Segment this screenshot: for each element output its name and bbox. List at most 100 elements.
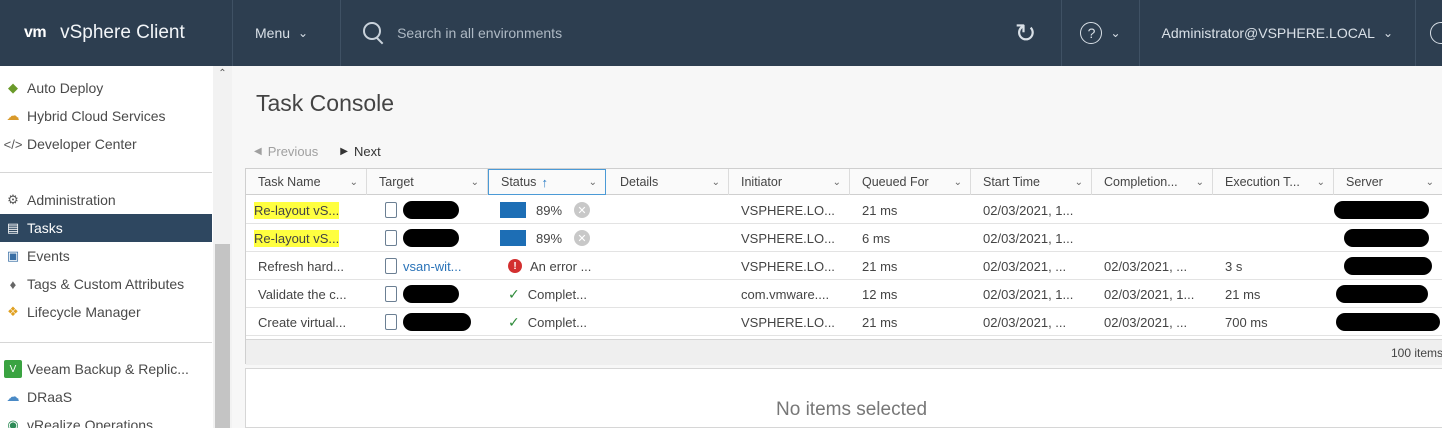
status-text: Complet... <box>527 314 587 330</box>
task-name: Re-layout vS... <box>254 201 340 219</box>
empty-selection-message: No items selected <box>776 399 928 420</box>
table-row[interactable]: Re-layout vS... 89% ✕ VSPHERE.LO... 21 ms… <box>246 196 1442 224</box>
progress-bar <box>500 202 526 218</box>
top-header: vm vSphere Client Menu ⌄ ↻ ? ⌄ Administr… <box>0 0 1442 66</box>
vm-create-icon <box>385 314 397 330</box>
chevron-down-icon[interactable]: ⌄ <box>471 177 479 188</box>
sidebar-item-administration[interactable]: ⚙ Administration <box>0 186 212 214</box>
table-row[interactable]: Validate the c... ✓ Complet... com.vmware… <box>246 280 1442 308</box>
column-header-completion[interactable]: Completion... ⌄ <box>1092 169 1213 195</box>
table-row[interactable]: Create virtual... ✓ Complet... VSPHERE.LO… <box>246 308 1442 336</box>
chevron-down-icon[interactable]: ⌄ <box>589 177 597 188</box>
sidebar-item-tags[interactable]: ♦ Tags & Custom Attributes <box>0 270 212 298</box>
sidebar-item-tasks[interactable]: ▤ Tasks <box>0 214 212 242</box>
sidebar-item-draas[interactable]: ☁ DRaaS <box>0 383 212 411</box>
sidebar-item-events[interactable]: ▣ Events <box>0 242 212 270</box>
column-header-status[interactable]: Status ↑ ⌄ <box>488 169 606 195</box>
column-header-server[interactable]: Server ⌄ <box>1334 169 1442 195</box>
sidebar-item-auto-deploy[interactable]: ◆ Auto Deploy <box>0 74 212 102</box>
search-input[interactable] <box>397 25 758 41</box>
vrops-icon: ◉ <box>7 417 19 428</box>
caret-right-icon: ▶ <box>340 146 348 157</box>
redacted-target <box>403 229 459 247</box>
table-row[interactable]: Refresh hard... vsan-wit... ! An error ..… <box>246 252 1442 280</box>
feedback-icon[interactable] <box>1416 0 1442 66</box>
chevron-down-icon: ⌄ <box>1110 26 1121 40</box>
brand[interactable]: vm vSphere Client <box>0 0 232 66</box>
task-name: Refresh hard... <box>258 258 344 274</box>
vm-icon <box>385 230 397 246</box>
chevron-down-icon[interactable]: ⌄ <box>1075 177 1083 188</box>
column-header-details[interactable]: Details ⌄ <box>608 169 729 195</box>
check-icon: ✓ <box>508 285 520 302</box>
scrollbar-thumb[interactable] <box>215 244 230 428</box>
chevron-down-icon[interactable]: ⌄ <box>833 177 841 188</box>
chevron-down-icon[interactable]: ⌄ <box>1317 177 1325 188</box>
queued-for: 21 ms <box>862 314 898 330</box>
start-time: 02/03/2021, 1... <box>983 230 1074 246</box>
status-text: 89% <box>536 230 563 246</box>
draas-icon: ☁ <box>6 389 20 404</box>
redacted-server <box>1336 285 1428 303</box>
scroll-up-icon[interactable]: ⌃ <box>213 68 232 82</box>
cancel-icon[interactable]: ✕ <box>574 202 591 218</box>
start-time: 02/03/2021, 1... <box>983 202 1074 218</box>
status-text: 89% <box>536 202 563 218</box>
sidebar-scrollbar[interactable]: ⌃ <box>213 66 232 428</box>
initiator: com.vmware.... <box>741 286 830 302</box>
chevron-down-icon[interactable]: ⌄ <box>350 177 358 188</box>
completion-time: 02/03/2021, 1... <box>1104 286 1195 302</box>
progress-bar <box>500 230 526 246</box>
status-text: An error ... <box>530 258 592 274</box>
task-name: Create virtual... <box>258 314 347 330</box>
refresh-icon[interactable]: ↻ <box>997 0 1053 66</box>
column-header-execution-time[interactable]: Execution T... ⌄ <box>1213 169 1334 195</box>
item-count: 100 items <box>1390 346 1442 360</box>
chevron-down-icon[interactable]: ⌄ <box>712 177 720 188</box>
column-header-initiator[interactable]: Initiator ⌄ <box>729 169 850 195</box>
app-title: vSphere Client <box>60 22 185 43</box>
user-menu[interactable]: Administrator@VSPHERE.LOCAL ⌄ <box>1140 0 1415 66</box>
user-name: Administrator@VSPHERE.LOCAL <box>1161 25 1375 41</box>
cloud-icon: ☁ <box>6 108 20 123</box>
column-header-queued-for[interactable]: Queued For ⌄ <box>850 169 971 195</box>
table-row[interactable]: Re-layout vS... 89% ✕ VSPHERE.LO... 6 ms … <box>246 224 1442 252</box>
cancel-icon[interactable]: ✕ <box>574 230 591 246</box>
events-icon: ▣ <box>6 248 20 263</box>
vm-icon <box>385 202 397 218</box>
queued-for: 21 ms <box>862 202 898 218</box>
detail-pane: No items selected <box>245 368 1442 428</box>
next-button[interactable]: ▶ Next <box>340 144 380 159</box>
completion-time: 02/03/2021, ... <box>1104 258 1188 274</box>
column-header-target[interactable]: Target ⌄ <box>367 169 488 195</box>
help-menu[interactable]: ? ⌄ <box>1062 0 1138 66</box>
column-header-start-time[interactable]: Start Time ⌄ <box>971 169 1092 195</box>
sidebar: ◆ Auto Deploy ☁ Hybrid Cloud Services </… <box>0 66 232 428</box>
menu-button[interactable]: Menu ⌄ <box>233 0 340 66</box>
help-icon: ? <box>1080 22 1103 44</box>
previous-button[interactable]: ◀ Previous <box>254 144 318 159</box>
chevron-down-icon[interactable]: ⌄ <box>1196 177 1204 188</box>
sort-ascending-icon: ↑ <box>541 174 548 190</box>
global-search[interactable] <box>341 0 997 66</box>
start-time: 02/03/2021, 1... <box>983 286 1074 302</box>
sidebar-item-vrealize[interactable]: ◉ vRealize Operations <box>0 411 212 428</box>
column-header-task-name[interactable]: Task Name ⌄ <box>246 169 367 195</box>
vm-logo: vm <box>24 24 47 41</box>
sidebar-item-lifecycle-manager[interactable]: ❖ Lifecycle Manager <box>0 298 212 326</box>
redacted-server <box>1336 313 1440 331</box>
error-icon: ! <box>508 259 522 273</box>
sidebar-item-veeam[interactable]: V Veeam Backup & Replic... <box>0 355 212 383</box>
target-link[interactable]: vsan-wit... <box>403 259 462 274</box>
sidebar-divider <box>0 342 212 343</box>
task-name: Validate the c... <box>258 286 347 302</box>
sidebar-item-hybrid-cloud[interactable]: ☁ Hybrid Cloud Services <box>0 102 212 130</box>
chevron-down-icon: ⌄ <box>1382 26 1393 40</box>
chevron-down-icon[interactable]: ⌄ <box>1426 177 1434 188</box>
redacted-server <box>1344 257 1432 275</box>
menu-label: Menu <box>255 25 291 41</box>
sidebar-item-developer-center[interactable]: </> Developer Center <box>0 130 212 158</box>
chevron-down-icon[interactable]: ⌄ <box>954 177 962 188</box>
start-time: 02/03/2021, ... <box>983 314 1067 330</box>
redacted-server <box>1344 229 1429 247</box>
